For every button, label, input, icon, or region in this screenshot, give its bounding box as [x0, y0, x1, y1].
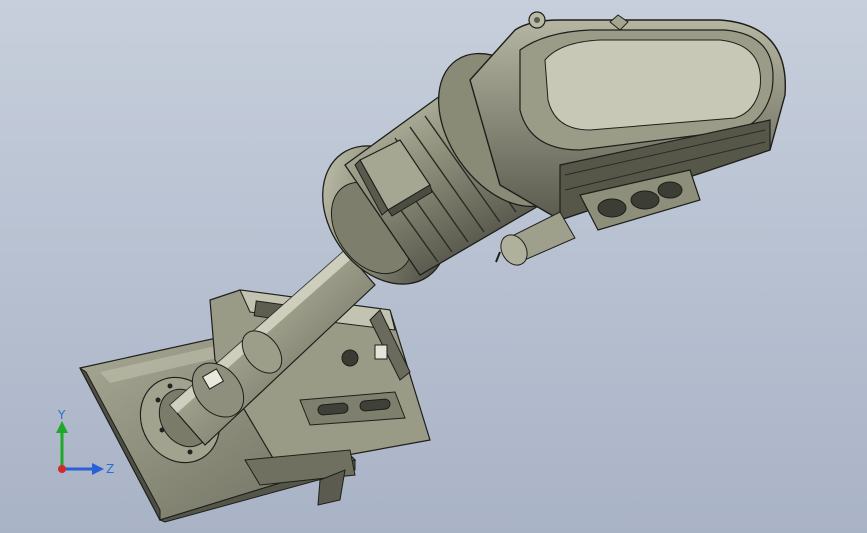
- z-axis-label: Z: [106, 462, 114, 476]
- y-axis-arrow: [56, 421, 68, 433]
- y-axis-label: Y: [57, 408, 66, 422]
- model-scene[interactable]: [0, 0, 867, 533]
- cad-viewport[interactable]: Y Z: [0, 0, 867, 533]
- axis-triad: Y Z: [56, 408, 114, 476]
- z-axis-arrow: [92, 463, 104, 475]
- x-axis-origin: [58, 465, 66, 473]
